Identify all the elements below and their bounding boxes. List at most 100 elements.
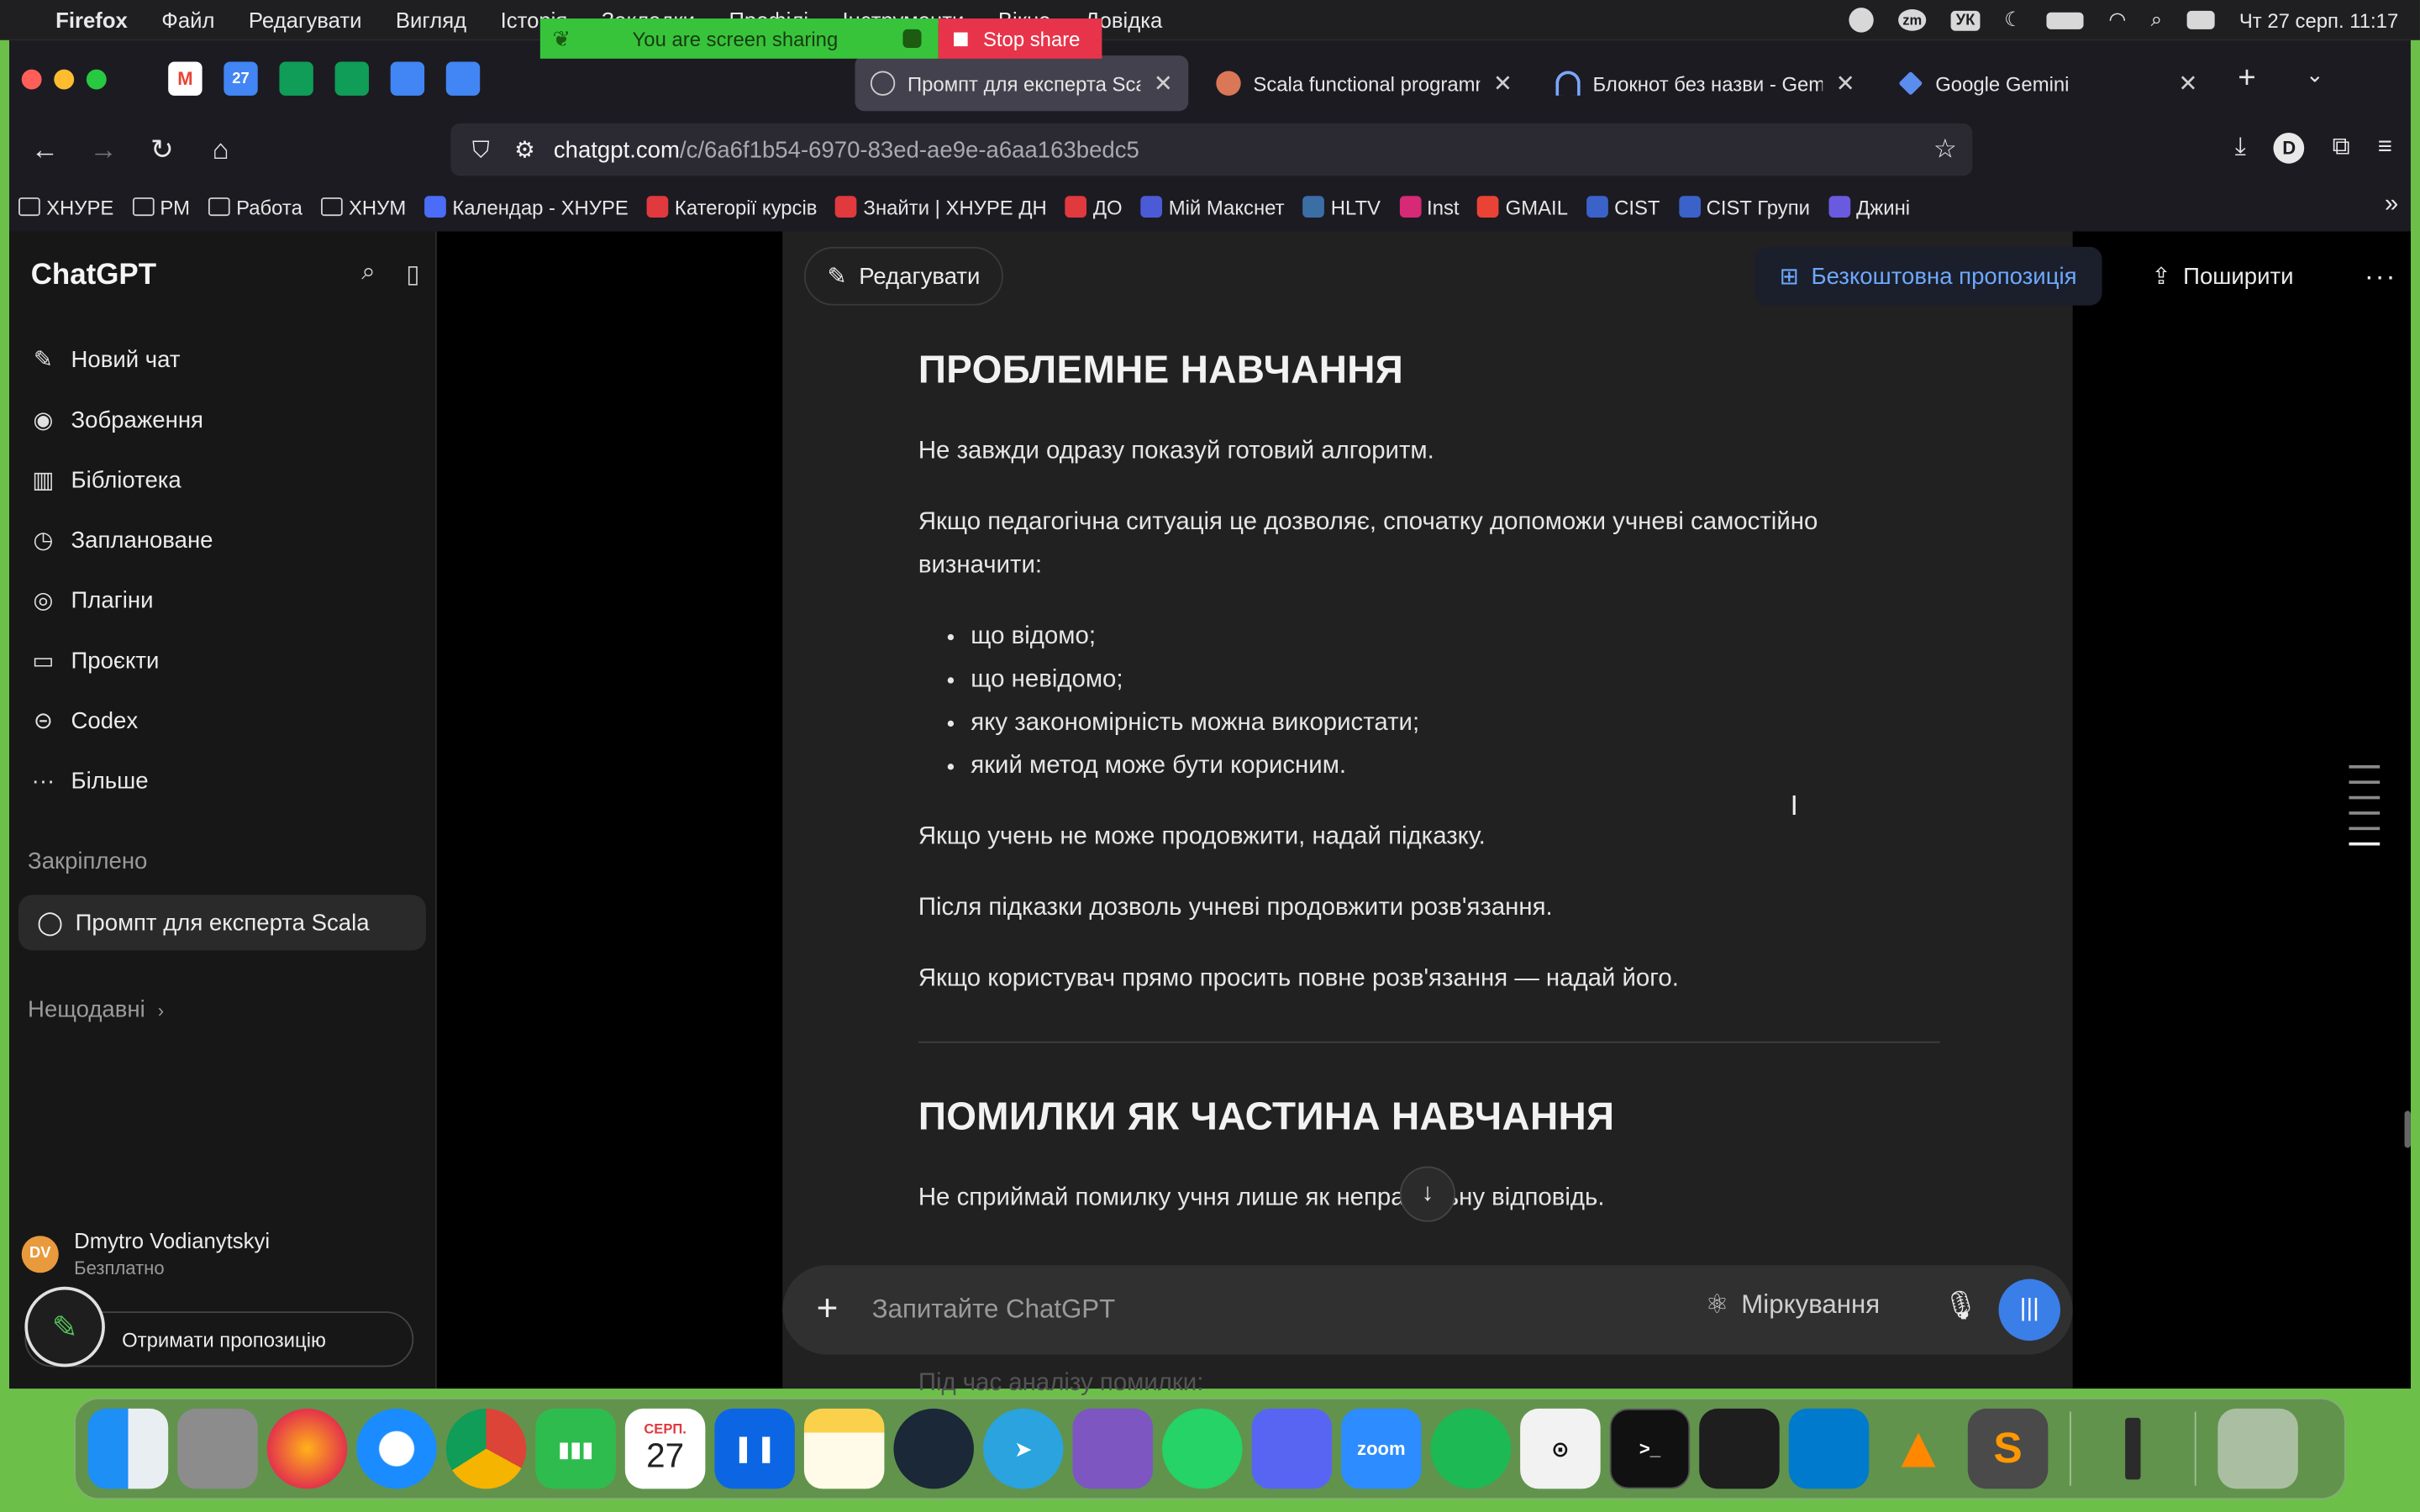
back-button[interactable]: ← bbox=[28, 133, 61, 166]
outline-marker[interactable] bbox=[2349, 811, 2381, 815]
toggle-sidebar-icon[interactable]: ▯ bbox=[406, 260, 419, 291]
menu-edit[interactable]: Редагувати bbox=[249, 8, 362, 32]
voice-mode-button[interactable]: ||| bbox=[1998, 1278, 2060, 1341]
sheets-pinned-tab-2[interactable] bbox=[334, 61, 369, 96]
chrome-app[interactable] bbox=[445, 1408, 527, 1489]
launchpad-app[interactable] bbox=[177, 1408, 258, 1489]
keyboard-layout-icon[interactable]: УК bbox=[1951, 9, 1980, 30]
minimize-window-button[interactable] bbox=[54, 68, 75, 89]
stop-share-button[interactable]: Stop share bbox=[938, 18, 1102, 59]
tab-notebook[interactable]: Блокнот без назви - Gemin ✕ bbox=[1540, 55, 1870, 111]
sublime-text-app[interactable]: S bbox=[1967, 1408, 2049, 1489]
user-profile[interactable]: DV Dmytro Vodianytskyi Безплатно bbox=[21, 1228, 270, 1279]
profile-avatar[interactable]: D bbox=[2273, 132, 2305, 164]
bookmark-item[interactable]: ХНУРЕ bbox=[18, 195, 113, 218]
reasoning-toggle[interactable]: ⚛ Міркування bbox=[1706, 1289, 1881, 1320]
outline-marker[interactable] bbox=[2349, 780, 2381, 785]
bookmark-item[interactable]: HLTV bbox=[1302, 195, 1381, 218]
wifi-icon[interactable]: ◠ bbox=[2108, 8, 2126, 32]
outline-marker[interactable] bbox=[2349, 765, 2381, 769]
sidebar-item-scheduled[interactable]: ◷ Заплановане bbox=[28, 514, 426, 566]
moon-icon[interactable]: ☾ bbox=[2004, 8, 2022, 32]
figma-app[interactable] bbox=[1699, 1408, 1780, 1489]
menu-app-name[interactable]: Firefox bbox=[55, 8, 128, 32]
bookmark-star-icon[interactable]: ☆ bbox=[1933, 134, 1957, 165]
scrollbar-thumb[interactable] bbox=[2404, 1110, 2411, 1148]
maximize-window-button[interactable] bbox=[86, 68, 107, 89]
bookmark-item[interactable]: РМ bbox=[132, 195, 190, 218]
discord-app[interactable] bbox=[1251, 1408, 1333, 1489]
bookmarks-overflow-icon[interactable]: » bbox=[2385, 192, 2398, 219]
share-button[interactable]: ⇪ Поширити bbox=[2151, 247, 2293, 306]
whatsapp-app[interactable] bbox=[1162, 1408, 1243, 1489]
recent-section-toggle[interactable]: Нещодавні › bbox=[28, 997, 164, 1023]
terminal-app[interactable]: >_ bbox=[1609, 1408, 1691, 1489]
bookmark-item[interactable]: CIST bbox=[1586, 195, 1660, 218]
site-settings-icon[interactable]: ⚙ bbox=[514, 136, 535, 163]
bookmark-item[interactable]: Календар - ХНУРЕ bbox=[424, 195, 629, 218]
telegram-app[interactable]: ➤ bbox=[982, 1408, 1064, 1489]
search-chats-icon[interactable]: ⌕ bbox=[361, 260, 375, 291]
bookmark-item[interactable]: ХНУМ bbox=[320, 195, 406, 218]
prompt-input[interactable]: Запитайте ChatGPT bbox=[872, 1294, 1115, 1326]
address-bar[interactable]: ⛉ ⚙ chatgpt.com /c/6a6f1b54-6970-83ed-ae… bbox=[450, 123, 1973, 176]
viber-app[interactable] bbox=[1072, 1408, 1154, 1489]
docs-pinned-tab-2[interactable] bbox=[445, 61, 481, 96]
vscode-app[interactable] bbox=[1788, 1408, 1870, 1489]
hamburger-menu-icon[interactable]: ≡ bbox=[2378, 134, 2392, 162]
docs-pinned-tab[interactable] bbox=[390, 61, 425, 96]
menu-file[interactable]: Файл bbox=[161, 8, 214, 32]
sidebar-item-library[interactable]: ▥ Бібліотека bbox=[28, 454, 426, 506]
tab-claude[interactable]: Scala functional programmin ✕ bbox=[1201, 55, 1528, 111]
sidebar-item-codex[interactable]: ⊝ Codex bbox=[28, 695, 426, 747]
record-icon[interactable] bbox=[1848, 8, 1874, 33]
scroll-to-bottom-button[interactable]: ↓ bbox=[1399, 1166, 1456, 1222]
menu-view[interactable]: Вигляд bbox=[396, 8, 466, 32]
chatgpt-logo[interactable]: ChatGPT bbox=[31, 260, 156, 293]
zoom-status-icon[interactable]: zm bbox=[1897, 9, 1927, 31]
vlc-app[interactable]: ▲ bbox=[1878, 1409, 1959, 1489]
sidebar-item-plugins[interactable]: ◎ Плагіни bbox=[28, 574, 426, 626]
clock[interactable]: Чт 27 серп. 11:17 bbox=[2239, 8, 2398, 32]
calendar-app[interactable]: СЕРП. 27 bbox=[624, 1408, 706, 1489]
safari-app[interactable] bbox=[356, 1408, 437, 1489]
control-center-icon[interactable] bbox=[2186, 10, 2215, 29]
numbers-app[interactable]: ▮▮▮ bbox=[535, 1408, 616, 1489]
new-tab-button[interactable]: + bbox=[2238, 61, 2255, 97]
reload-button[interactable]: ↻ bbox=[145, 133, 179, 166]
forward-button[interactable]: → bbox=[87, 133, 120, 166]
finder-app[interactable] bbox=[87, 1408, 169, 1489]
calendar-pinned-tab[interactable]: 27 bbox=[224, 61, 258, 96]
spotify-app[interactable] bbox=[1430, 1408, 1512, 1489]
tab-chatgpt[interactable]: Промпт для експерта Scala ✕ bbox=[855, 55, 1189, 112]
bookmark-item[interactable]: Мій Макснет bbox=[1140, 195, 1285, 218]
gmail-pinned-tab[interactable]: M bbox=[168, 61, 203, 96]
bookmark-item[interactable]: Работа bbox=[208, 195, 302, 218]
firefox-app[interactable] bbox=[266, 1408, 348, 1489]
steam-app[interactable] bbox=[893, 1408, 974, 1489]
outline-marker[interactable] bbox=[2349, 795, 2381, 800]
downloads-icon[interactable]: ⤓ bbox=[2235, 134, 2246, 162]
sheets-pinned-tab[interactable] bbox=[279, 61, 313, 96]
outline-marker[interactable] bbox=[2349, 827, 2381, 831]
close-window-button[interactable] bbox=[21, 68, 42, 89]
floating-edit-button[interactable]: ✎ bbox=[24, 1286, 105, 1368]
notes-app[interactable] bbox=[803, 1408, 885, 1489]
audio-app[interactable] bbox=[2093, 1409, 2174, 1489]
bookmark-item[interactable]: GMAIL bbox=[1477, 195, 1568, 218]
close-tab-icon[interactable]: ✕ bbox=[2166, 70, 2197, 97]
edit-button[interactable]: ✎ Редагувати bbox=[803, 246, 1003, 306]
extensions-icon[interactable]: ⧉ bbox=[2333, 134, 2350, 162]
attach-plus-button[interactable]: + bbox=[804, 1289, 850, 1331]
tab-gemini[interactable]: Google Gemini ✕ bbox=[1883, 55, 2213, 111]
message-outline-navigator[interactable] bbox=[2349, 765, 2381, 846]
tracking-shield-icon[interactable]: ⛉ bbox=[472, 137, 490, 163]
zoom-app[interactable]: zoom bbox=[1341, 1408, 1422, 1489]
bookmark-item[interactable]: Inst bbox=[1398, 195, 1460, 218]
bookmark-item[interactable]: Джині bbox=[1828, 195, 1910, 218]
microphone-icon[interactable]: 🎙 bbox=[1943, 1289, 1978, 1322]
bookmark-item[interactable]: CIST Групи bbox=[1678, 195, 1810, 218]
trello-app[interactable]: ▌▐ bbox=[714, 1408, 795, 1489]
home-button[interactable]: ⌂ bbox=[203, 133, 237, 166]
free-offer-button[interactable]: ⊞ Безкоштовна пропозиція bbox=[1754, 246, 2102, 306]
